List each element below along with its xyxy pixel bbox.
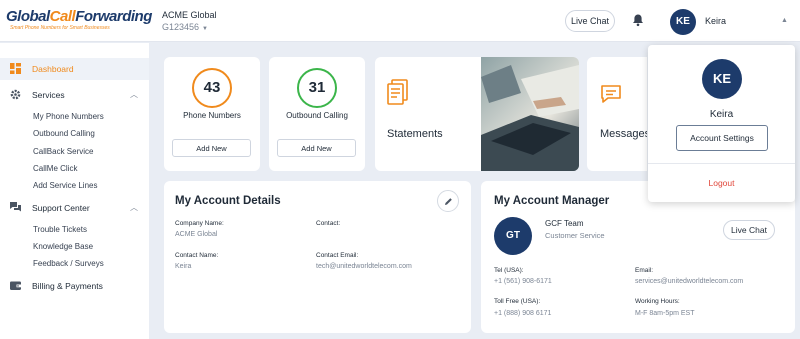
contact-name-label: Contact Name: — [175, 252, 219, 259]
company-name-label: Company Name: — [175, 220, 224, 227]
caret-up-icon[interactable]: ▲ — [781, 17, 788, 24]
phone-numbers-card[interactable]: 43 Phone Numbers Add New — [164, 57, 260, 171]
user-name[interactable]: Keira — [705, 16, 726, 26]
outbound-calling-count: 31 — [297, 68, 337, 108]
messages-card[interactable]: Messages — [587, 57, 647, 171]
email-label: Email: — [635, 267, 654, 274]
manager-role: Customer Service — [545, 231, 605, 240]
logout-link[interactable]: Logout — [648, 178, 795, 188]
email-value[interactable]: services@unitedworldtelecom.com — [635, 278, 743, 285]
divider — [648, 163, 795, 164]
sidebar-item-label: Billing & Payments — [32, 281, 103, 291]
company-name-value: ACME Global — [175, 231, 218, 238]
sidebar-item-label: Support Center — [32, 203, 90, 213]
toll-free-label: Toll Free (USA): — [494, 298, 541, 305]
dashboard-icon — [10, 63, 21, 74]
caret-down-icon: ▼ — [202, 26, 208, 32]
user-avatar[interactable]: KE — [670, 9, 696, 35]
edit-account-button[interactable] — [437, 190, 459, 212]
user-menu-dropdown: KE Keira Account Settings Logout — [648, 45, 795, 202]
manager-avatar: GT — [494, 217, 532, 255]
sidebar-subitem-callme-click[interactable]: CallMe Click — [33, 164, 77, 173]
phone-numbers-label: Phone Numbers — [183, 111, 241, 120]
sidebar-item-services[interactable]: Services ︿ — [0, 84, 149, 106]
messages-label: Messages — [600, 128, 647, 140]
logo-tagline: Smart Phone Numbers for Smart Businesses — [10, 25, 110, 31]
document-icon — [387, 79, 408, 105]
account-details-card: My Account Details Company Name: ACME Gl… — [164, 181, 471, 333]
statements-label: Statements — [387, 128, 443, 140]
chevron-up-icon[interactable]: ︿ — [130, 202, 138, 213]
sidebar-item-support-center[interactable]: Support Center ︿ — [0, 197, 149, 219]
contact-label: Contact: — [316, 220, 341, 227]
account-settings-button[interactable]: Account Settings — [676, 125, 768, 151]
sidebar: Dashboard Services ︿ My Phone Numbers Ou… — [0, 43, 149, 339]
logo-wordmark: GlobalCallForwarding — [6, 8, 152, 25]
top-bar: GlobalCallForwarding Smart Phone Numbers… — [0, 0, 800, 42]
outbound-calling-label: Outbound Calling — [286, 111, 348, 120]
add-phone-number-button[interactable]: Add New — [172, 139, 251, 157]
toll-free-value[interactable]: +1 (888) 908 6171 — [494, 310, 551, 317]
account-name: ACME Global — [162, 10, 217, 20]
bell-icon[interactable] — [631, 13, 645, 27]
tel-value[interactable]: +1 (561) 908-6171 — [494, 278, 552, 285]
sidebar-subitem-feedback-surveys[interactable]: Feedback / Surveys — [33, 259, 104, 268]
message-icon — [601, 85, 621, 103]
user-menu-name: Keira — [709, 109, 734, 120]
tel-label: Tel (USA): — [494, 267, 524, 274]
account-switcher[interactable]: ACME Global G123456 ▼ — [162, 10, 217, 32]
live-chat-button[interactable]: Live Chat — [565, 10, 615, 32]
account-details-title: My Account Details — [175, 195, 281, 207]
sidebar-subitem-my-phone-numbers[interactable]: My Phone Numbers — [33, 112, 104, 121]
sidebar-subitem-callback-service[interactable]: CallBack Service — [33, 147, 93, 156]
contact-email-value: tech@unitedworldtelecom.com — [316, 263, 412, 270]
user-menu-avatar: KE — [702, 59, 742, 99]
manager-team: GCF Team — [545, 219, 584, 228]
manager-live-chat-button[interactable]: Live Chat — [723, 220, 775, 240]
sidebar-subitem-add-service-lines[interactable]: Add Service Lines — [33, 181, 97, 190]
chevron-up-icon[interactable]: ︿ — [130, 89, 138, 100]
pencil-icon — [445, 198, 452, 205]
gear-icon — [10, 89, 21, 100]
contact-name-value: Keira — [175, 263, 192, 270]
sidebar-subitem-outbound-calling[interactable]: Outbound Calling — [33, 129, 95, 138]
sidebar-subitem-knowledge-base[interactable]: Knowledge Base — [33, 242, 93, 251]
statements-card[interactable]: Statements — [375, 57, 579, 171]
sidebar-subitem-trouble-tickets[interactable]: Trouble Tickets — [33, 225, 87, 234]
wallet-icon — [10, 281, 21, 290]
chat-icon — [10, 202, 21, 212]
sidebar-item-dashboard[interactable]: Dashboard — [0, 58, 149, 80]
contact-email-label: Contact Email: — [316, 252, 359, 259]
outbound-calling-card[interactable]: 31 Outbound Calling Add New — [269, 57, 365, 171]
sidebar-item-label: Services — [32, 90, 65, 100]
phone-numbers-count: 43 — [192, 68, 232, 108]
working-hours-value: M-F 8am-5pm EST — [635, 310, 695, 317]
statements-photo — [481, 57, 579, 171]
logo[interactable]: GlobalCallForwarding Smart Phone Numbers… — [6, 8, 152, 37]
sidebar-item-billing[interactable]: Billing & Payments — [0, 275, 149, 297]
add-outbound-calling-button[interactable]: Add New — [277, 139, 356, 157]
sidebar-item-label: Dashboard — [32, 64, 74, 74]
account-id: G123456 ▼ — [162, 22, 208, 32]
account-manager-card: My Account Manager GT GCF Team Customer … — [481, 181, 795, 333]
working-hours-label: Working Hours: — [635, 298, 680, 305]
account-manager-title: My Account Manager — [494, 195, 610, 207]
